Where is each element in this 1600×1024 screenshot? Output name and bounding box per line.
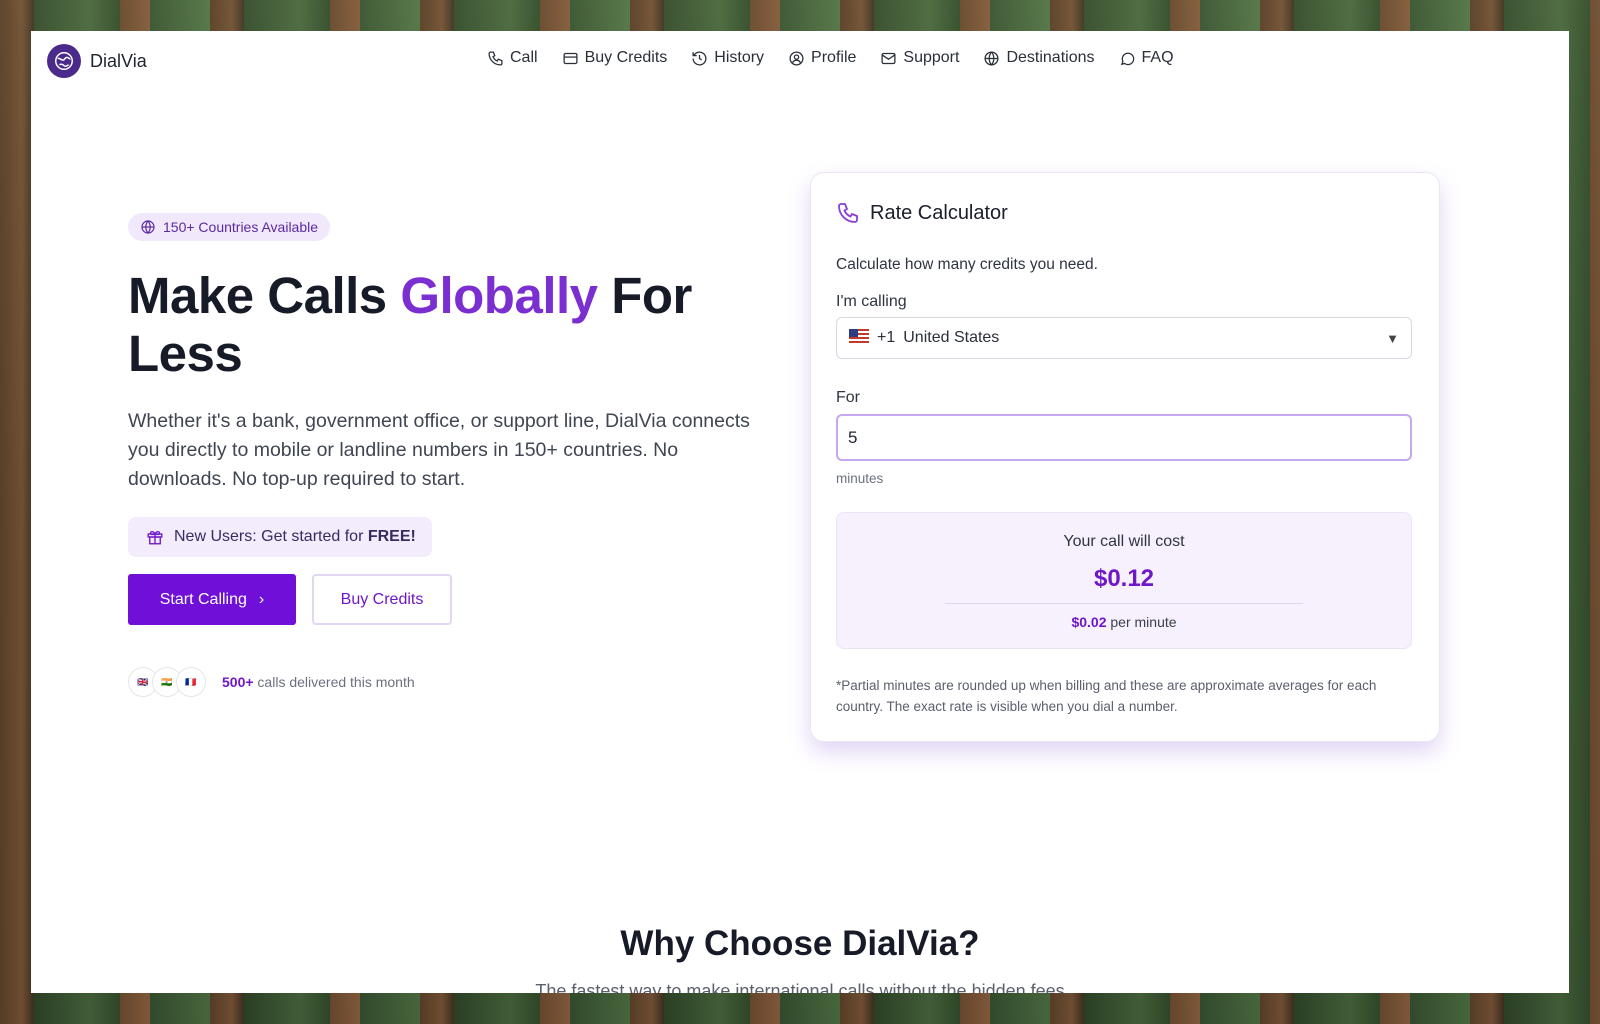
mail-icon bbox=[881, 52, 896, 64]
promo-text-bold: FREE! bbox=[367, 528, 416, 545]
nav-label: Buy Credits bbox=[584, 49, 668, 66]
for-label: For bbox=[836, 389, 860, 406]
calculator-header: Rate Calculator bbox=[836, 201, 1008, 225]
nav-item-faq[interactable]: FAQ bbox=[1119, 49, 1174, 67]
calls-stat-text: calls delivered this month bbox=[253, 674, 415, 690]
calculator-subtitle: Calculate how many credits you need. bbox=[836, 256, 1098, 273]
country-name: United States bbox=[903, 329, 1000, 346]
countries-badge-text: 150+ Countries Available bbox=[163, 219, 319, 235]
browser-page: DialVia Call Buy Credits History Profile bbox=[31, 31, 1569, 993]
top-nav: DialVia Call Buy Credits History Profile bbox=[31, 31, 1569, 93]
phone-icon bbox=[838, 203, 858, 223]
hero-headline: Make Calls Globally For Less bbox=[128, 267, 748, 383]
calls-stat: 500+ calls delivered this month bbox=[222, 674, 415, 690]
start-calling-button[interactable]: Start Calling › bbox=[128, 574, 296, 625]
chat-icon bbox=[1120, 52, 1134, 65]
cost-label: Your call will cost bbox=[1063, 533, 1185, 550]
headline-accent: Globally bbox=[400, 267, 598, 324]
nav-menu: Call Buy Credits History Profile Support… bbox=[487, 49, 1174, 67]
rate-suffix: per minute bbox=[1106, 614, 1177, 630]
history-icon bbox=[692, 51, 707, 66]
phone-icon bbox=[488, 50, 503, 66]
globe-icon bbox=[984, 50, 999, 66]
us-flag-icon bbox=[849, 328, 869, 348]
france-flag-icon: 🇫🇷 bbox=[176, 667, 206, 697]
nav-item-profile[interactable]: Profile bbox=[788, 49, 856, 67]
calls-stat-value: 500+ bbox=[222, 674, 254, 690]
nav-item-destinations[interactable]: Destinations bbox=[983, 49, 1095, 67]
buy-credits-button[interactable]: Buy Credits bbox=[312, 574, 452, 625]
nav-item-buy-credits[interactable]: Buy Credits bbox=[562, 49, 668, 67]
card-icon bbox=[563, 52, 578, 64]
nav-label: FAQ bbox=[1141, 49, 1174, 66]
why-subtitle: The fastest way to make international ca… bbox=[535, 981, 1065, 993]
country-select[interactable]: +1 United States ▼ bbox=[836, 317, 1412, 359]
nav-label: Call bbox=[510, 49, 538, 66]
gift-icon bbox=[147, 530, 163, 545]
chevron-right-icon: › bbox=[258, 590, 265, 608]
hero-description: Whether it's a bank, government office, … bbox=[128, 410, 750, 490]
start-calling-label: Start Calling bbox=[159, 590, 247, 608]
minutes-input[interactable] bbox=[836, 414, 1412, 461]
cost-result: Your call will cost $0.12 $0.02 per minu… bbox=[836, 512, 1412, 649]
new-user-promo: New Users: Get started for FREE! bbox=[128, 517, 432, 557]
rate-value: $0.02 bbox=[1071, 614, 1107, 630]
caret-down-icon: ▼ bbox=[1386, 330, 1399, 346]
calling-label: I'm calling bbox=[836, 293, 907, 310]
brand-name: DialVia bbox=[90, 50, 147, 71]
promo-text: New Users: Get started for FREE! bbox=[174, 528, 416, 546]
user-circle-icon bbox=[789, 50, 804, 66]
rate-calculator-card: Rate Calculator Calculate how many credi… bbox=[810, 172, 1440, 742]
minutes-unit: minutes bbox=[836, 471, 884, 486]
globe-logo-icon bbox=[47, 44, 81, 78]
per-minute-rate: $0.02 per minute bbox=[837, 614, 1411, 630]
brand[interactable]: DialVia bbox=[47, 44, 147, 78]
globe-icon bbox=[141, 220, 155, 234]
nav-item-support[interactable]: Support bbox=[880, 49, 959, 67]
countries-badge: 150+ Countries Available bbox=[128, 213, 331, 241]
social-proof: 🇬🇧 🇮🇳 🇫🇷 500+ calls delivered this month bbox=[128, 667, 415, 697]
calculator-title: Rate Calculator bbox=[870, 201, 1008, 224]
promo-text-main: New Users: Get started for bbox=[174, 528, 368, 545]
billing-note: *Partial minutes are rounded up when bil… bbox=[836, 678, 1377, 714]
nav-label: Support bbox=[903, 49, 960, 66]
divider bbox=[945, 603, 1303, 604]
nav-label: Profile bbox=[811, 49, 857, 66]
nav-item-call[interactable]: Call bbox=[487, 49, 538, 67]
country-code: +1 bbox=[877, 329, 896, 346]
headline-text: Make Calls bbox=[128, 267, 401, 324]
why-title: Why Choose DialVia? bbox=[620, 924, 980, 963]
nav-item-history[interactable]: History bbox=[691, 49, 764, 67]
nav-label: Destinations bbox=[1006, 49, 1095, 66]
nav-label: History bbox=[714, 49, 765, 66]
cost-value: $0.12 bbox=[1093, 565, 1155, 592]
